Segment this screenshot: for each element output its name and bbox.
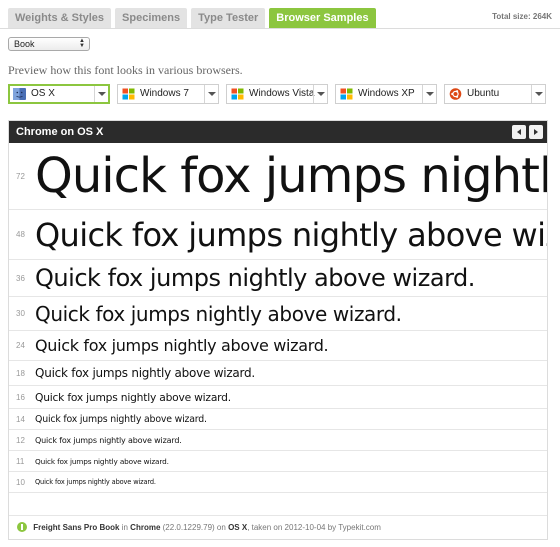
select-arrows-icon: ▲ ▼ xyxy=(79,38,85,49)
tab-specimens[interactable]: Specimens xyxy=(115,8,188,28)
browser-select-osx[interactable]: OS X xyxy=(8,84,110,104)
sample-row: 16 Quick fox jumps nightly above wizard. xyxy=(9,386,547,409)
tab-divider xyxy=(0,28,560,29)
footer-in: in xyxy=(121,523,128,532)
sample-size-label: 16 xyxy=(16,393,25,402)
previous-browser-button[interactable] xyxy=(512,125,526,139)
chevron-down-icon xyxy=(531,85,545,103)
chevron-down-icon xyxy=(204,85,218,103)
sample-size-label: 72 xyxy=(16,172,25,181)
mac-os-icon xyxy=(13,88,26,100)
browser-select-windows-xp[interactable]: Windows XP xyxy=(335,84,437,104)
sample-size-label: 24 xyxy=(16,341,25,350)
panel-header: Chrome on OS X xyxy=(9,121,547,143)
sample-text: Quick fox jumps nightly above wizard. xyxy=(35,414,207,425)
preview-intro: Preview how this font looks in various b… xyxy=(8,63,243,77)
sample-text: Quick fox jumps nightly above wizard. xyxy=(35,302,402,326)
footer-taken: , taken on 2012-10-04 by Typekit.com xyxy=(247,523,381,532)
next-browser-button[interactable] xyxy=(529,125,543,139)
sample-row: 24 Quick fox jumps nightly above wizard. xyxy=(9,331,547,361)
browser-label: Windows Vista xyxy=(249,88,315,99)
footer-os: OS X xyxy=(228,523,248,532)
tab-type-tester[interactable]: Type Tester xyxy=(191,8,266,28)
sample-row: 36 Quick fox jumps nightly above wizard. xyxy=(9,260,547,297)
chevron-down-icon xyxy=(94,86,108,102)
windows-icon xyxy=(231,88,244,100)
typekit-icon xyxy=(17,522,27,532)
sample-text: Quick fox jumps nightly above wizard. xyxy=(35,391,231,404)
sample-row: 48 Quick fox jumps nightly above wizard. xyxy=(9,210,547,260)
sample-text: Quick fox jumps nightly above wizard. xyxy=(35,478,156,486)
sample-size-label: 10 xyxy=(16,478,25,487)
browser-select-windows-7[interactable]: Windows 7 xyxy=(117,84,219,104)
sample-size-label: 12 xyxy=(16,436,25,445)
sample-row: 11 Quick fox jumps nightly above wizard. xyxy=(9,451,547,472)
sample-size-label: 48 xyxy=(16,230,25,239)
footer-font-name: Freight Sans Pro Book xyxy=(33,523,120,532)
tab-weights-styles[interactable]: Weights & Styles xyxy=(8,8,112,28)
browser-select-windows-vista[interactable]: Windows Vista xyxy=(226,84,328,104)
sample-row: 72 Quick fox jumps nightly above wizard. xyxy=(9,143,547,210)
ubuntu-icon xyxy=(449,88,462,100)
browser-label: Ubuntu xyxy=(467,88,500,99)
panel-title: Chrome on OS X xyxy=(16,126,104,138)
footer-version: (22.0.1229.79) xyxy=(162,523,215,532)
sample-text: Quick fox jumps nightly above wizard. xyxy=(35,366,255,380)
sample-row: 30 Quick fox jumps nightly above wizard. xyxy=(9,297,547,331)
sample-row: 14 Quick fox jumps nightly above wizard. xyxy=(9,409,547,430)
footer-browser: Chrome xyxy=(130,523,161,532)
total-size-label: Total size: xyxy=(492,12,531,21)
total-size: Total size: 264K xyxy=(492,12,552,21)
sample-footer: Freight Sans Pro Book in Chrome (22.0.12… xyxy=(9,515,547,539)
windows-icon xyxy=(340,88,353,100)
sample-row: 12 Quick fox jumps nightly above wizard. xyxy=(9,430,547,451)
chevron-down-icon xyxy=(422,85,436,103)
browser-select-ubuntu[interactable]: Ubuntu xyxy=(444,84,546,104)
sample-row: 10 Quick fox jumps nightly above wizard. xyxy=(9,472,547,493)
windows-icon xyxy=(122,88,135,100)
browser-label: Windows 7 xyxy=(140,88,189,99)
total-size-value: 264K xyxy=(532,12,552,21)
browser-label: OS X xyxy=(31,88,55,99)
sample-size-label: 36 xyxy=(16,274,25,283)
chevron-down-icon xyxy=(313,85,327,103)
sample-text: Quick fox jumps nightly above wizard. xyxy=(35,457,169,466)
browser-sample-panel: Chrome on OS X 72 Quick fox jumps nightly… xyxy=(8,120,548,540)
sample-list: 72Quick fox jumps nightly above wizard.4… xyxy=(9,143,547,493)
sample-text: Quick fox jumps nightly above wizard. xyxy=(35,264,475,292)
sample-size-label: 18 xyxy=(16,369,25,378)
browser-selector-row: OS X Windows 7 Windows Vista Windows XP xyxy=(8,84,546,104)
sample-row: 18 Quick fox jumps nightly above wizard. xyxy=(9,361,547,386)
weight-select-value: Book xyxy=(14,39,35,49)
footer-on: on xyxy=(216,523,226,532)
sample-size-label: 11 xyxy=(16,457,25,466)
sample-text: Quick fox jumps nightly above wizard. xyxy=(35,148,547,204)
sample-size-label: 14 xyxy=(16,415,25,424)
sample-text: Quick fox jumps nightly above wizard. xyxy=(35,216,547,254)
tab-browser-samples[interactable]: Browser Samples xyxy=(269,8,376,28)
sample-size-label: 30 xyxy=(16,309,25,318)
tab-bar: Weights & Styles Specimens Type Tester B… xyxy=(8,8,376,28)
browser-label: Windows XP xyxy=(358,88,415,99)
sample-text: Quick fox jumps nightly above wizard. xyxy=(35,336,329,355)
weight-select[interactable]: Book ▲ ▼ xyxy=(8,37,90,51)
sample-text: Quick fox jumps nightly above wizard. xyxy=(35,436,182,445)
